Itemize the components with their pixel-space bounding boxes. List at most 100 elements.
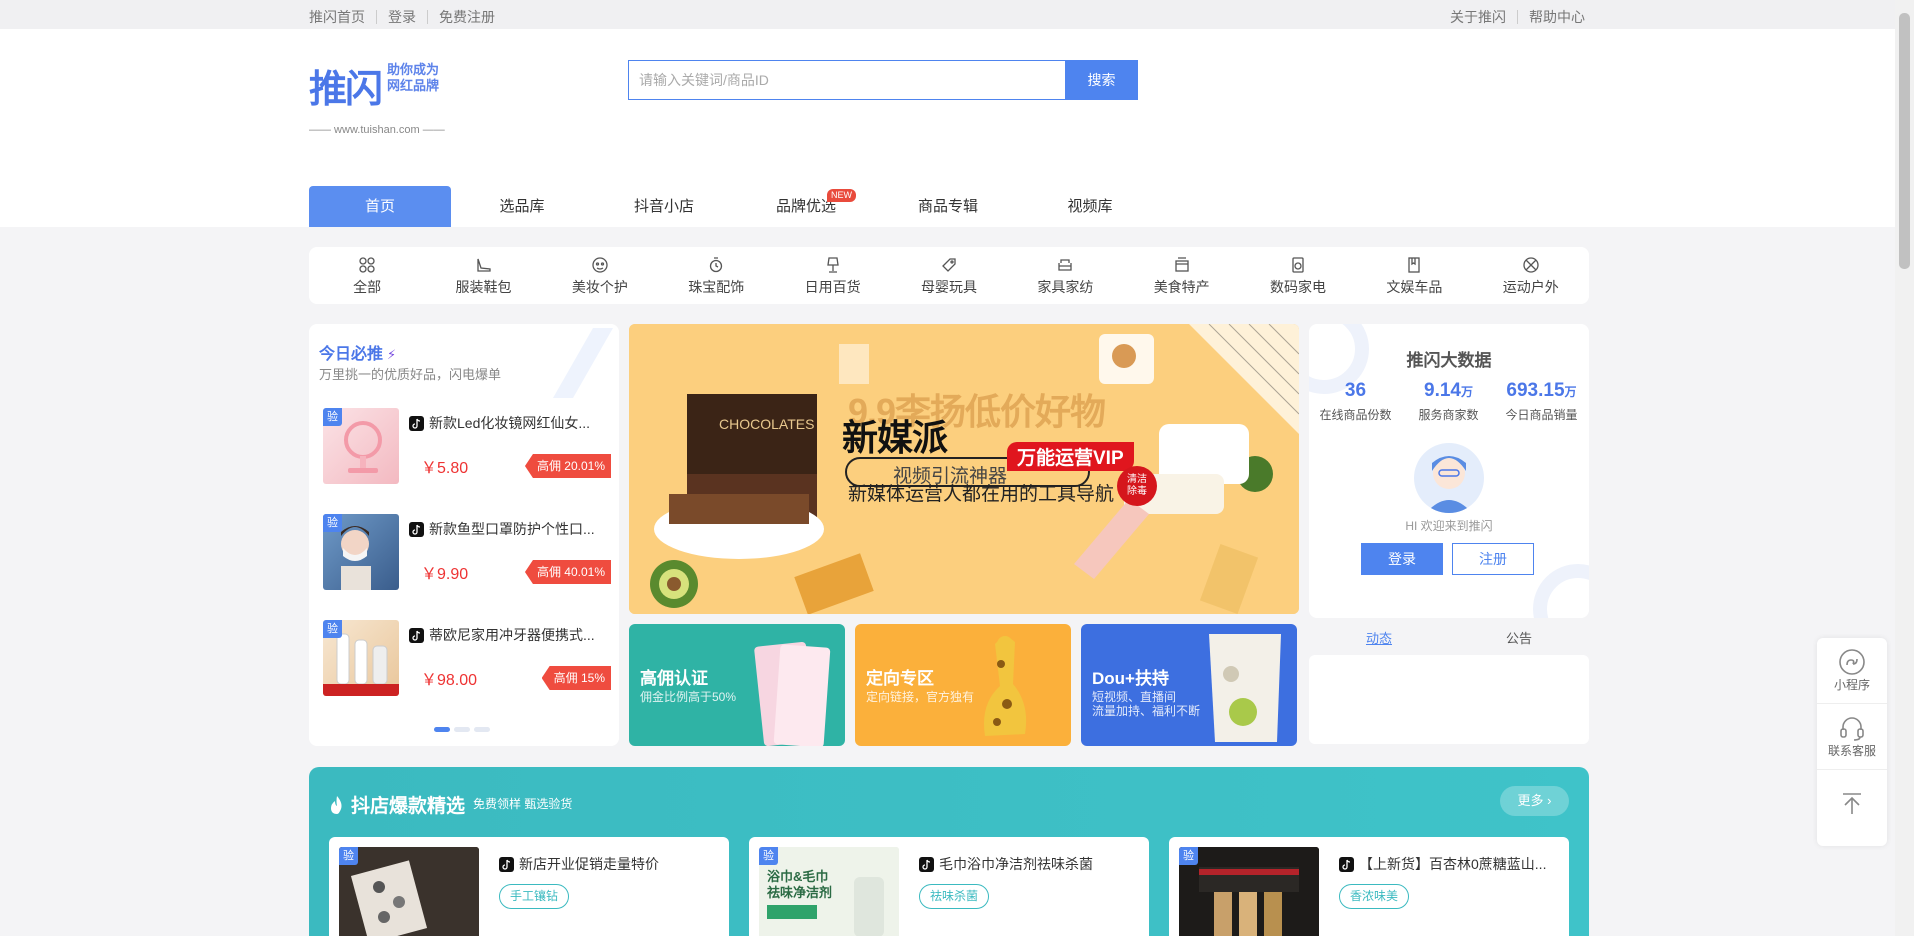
help-link[interactable]: 帮助中心 xyxy=(1529,7,1585,27)
hot-product-card[interactable]: 浴巾&毛巾 祛味净洁剂 验 毛巾浴巾净洁剂祛味杀菌 祛味杀菌 xyxy=(749,837,1149,936)
search-button[interactable]: 搜索 xyxy=(1065,60,1138,100)
verified-badge: 验 xyxy=(323,514,342,532)
category-apparel[interactable]: 服装鞋包 xyxy=(425,247,541,304)
category-entertainment-auto[interactable]: 文娱车品 xyxy=(1356,247,1472,304)
product-tag: 香浓味美 xyxy=(1339,884,1410,909)
site-logo[interactable]: 推闪 助你成为 网红品牌 —— www.tuishan.com —— xyxy=(309,54,449,136)
verified-badge: 验 xyxy=(339,847,358,865)
logo-slogan: 助你成为 网红品牌 xyxy=(387,62,440,93)
about-link[interactable]: 关于推闪 xyxy=(1450,7,1506,27)
product-price: ￥5.80 xyxy=(421,460,469,477)
product-title: 新款Led化妆镜网红仙女... xyxy=(409,413,609,433)
svg-text:CHOCOLATES: CHOCOLATES xyxy=(719,416,814,432)
promo-subtitle: 定向链接，官方独有 xyxy=(866,690,975,704)
stat-online-products: 36 在线商品份数 xyxy=(1319,380,1392,422)
today-product[interactable]: 验 蒂欧尼家用冲牙器便携式... ￥98.00 高佣 15% xyxy=(319,612,611,708)
tab-activity[interactable]: 动态 xyxy=(1309,628,1449,653)
category-daily-goods[interactable]: 日用百货 xyxy=(774,247,890,304)
nav-brand-picks[interactable]: 品牌优选 NEW xyxy=(735,186,877,227)
nav-home[interactable]: 首页 xyxy=(309,186,451,227)
category-all[interactable]: 全部 xyxy=(309,247,425,304)
today-product[interactable]: 验 新款鱼型口罩防护个性口... ￥9.90 高佣 40.01% xyxy=(319,506,611,602)
carousel-dot[interactable] xyxy=(474,727,490,732)
scrollbar-thumb[interactable] xyxy=(1899,13,1910,269)
promo-title: Dou+扶持 xyxy=(1092,669,1169,688)
today-picks-subtitle: 万里挑一的优质好品，闪电爆单 xyxy=(319,367,502,382)
carousel-dot[interactable] xyxy=(434,727,450,732)
new-badge: NEW xyxy=(827,189,856,202)
product-image: 浴巾&毛巾 祛味净洁剂 xyxy=(759,847,899,936)
product-title: 新款鱼型口罩防护个性口... xyxy=(409,519,609,539)
nav-albums[interactable]: 商品专辑 xyxy=(877,186,1019,227)
floating-toolbar: 小程序 联系客服 xyxy=(1817,638,1887,846)
login-link[interactable]: 登录 xyxy=(388,7,416,27)
category-furniture[interactable]: 家具家纺 xyxy=(1007,247,1123,304)
category-food[interactable]: 美食特产 xyxy=(1124,247,1240,304)
arrow-up-icon xyxy=(1843,793,1861,814)
nav-douyin-shop[interactable]: 抖音小店 xyxy=(593,186,735,227)
divider xyxy=(1517,10,1518,24)
logo-url: —— www.tuishan.com —— xyxy=(309,124,445,136)
login-button[interactable]: 登录 xyxy=(1361,543,1443,575)
douyin-icon xyxy=(409,627,424,643)
verified-badge: 验 xyxy=(1179,847,1198,865)
page-scrollbar[interactable] xyxy=(1895,0,1914,936)
category-electronics[interactable]: 数码家电 xyxy=(1240,247,1356,304)
hot-product-card[interactable]: 验 【上新货】百杏林0蔗糖蓝山... 香浓味美 xyxy=(1169,837,1569,936)
product-title: 【上新货】百杏林0蔗糖蓝山... xyxy=(1339,854,1559,874)
category-jewelry[interactable]: 珠宝配饰 xyxy=(658,247,774,304)
hot-picks-title: 抖店爆款精选 xyxy=(329,791,465,818)
tab-announcements[interactable]: 公告 xyxy=(1449,628,1589,653)
banner-subline: 新媒体运营人都在用的工具导航 xyxy=(848,484,1115,505)
stat-today-sales: 693.15万 今日商品销量 xyxy=(1505,380,1578,422)
register-button[interactable]: 注册 xyxy=(1452,543,1534,575)
nav-selection-library[interactable]: 选品库 xyxy=(451,186,593,227)
book-icon xyxy=(1408,256,1421,273)
back-to-top-button[interactable] xyxy=(1817,770,1887,836)
big-data-title: 推闪大数据 xyxy=(1406,351,1492,370)
carousel-dot[interactable] xyxy=(454,727,470,732)
register-link[interactable]: 免费注册 xyxy=(439,7,495,27)
headset-icon xyxy=(1840,717,1864,741)
category-sports[interactable]: 运动户外 xyxy=(1473,247,1589,304)
promo-targeted-zone[interactable]: 定向专区 定向链接，官方独有 xyxy=(855,624,1071,746)
douyin-icon xyxy=(1339,856,1354,872)
category-bar: 全部 服装鞋包 美妆个护 珠宝配饰 日用百货 母婴玩具 家具家纺 美食特产 数码… xyxy=(309,247,1589,304)
promo-dou-plus[interactable]: Dou+扶持 短视频、直播间 流量加持、福利不断 xyxy=(1081,624,1297,746)
product-tag: 祛味杀菌 xyxy=(919,884,990,909)
today-product[interactable]: 验 新款Led化妆镜网红仙女... ￥5.80 高佣 20.01% xyxy=(319,400,611,496)
verified-badge: 验 xyxy=(323,408,342,426)
promo-subtitle: 短视频、直播间 流量加持、福利不断 xyxy=(1092,690,1201,718)
news-panel xyxy=(1309,655,1589,744)
promo-high-commission[interactable]: 高佣认证 佣金比例高于50% xyxy=(629,624,845,746)
lamp-icon xyxy=(826,256,839,273)
category-baby-toys[interactable]: 母婴玩具 xyxy=(891,247,1007,304)
promo-subtitle: 佣金比例高于50% xyxy=(640,690,737,704)
shoe-icon xyxy=(476,258,491,272)
search-bar: 搜索 xyxy=(628,60,1138,100)
hot-product-card[interactable]: 验 新店开业促销走量特价 手工镶钻 xyxy=(329,837,729,936)
stat-merchants: 9.14万 服务商家数 xyxy=(1418,380,1479,422)
carousel-dots xyxy=(434,727,490,732)
top-bar-left: 推闪首页 登录 免费注册 xyxy=(309,7,495,27)
product-image xyxy=(1179,847,1319,936)
customer-service-button[interactable]: 联系客服 xyxy=(1817,704,1887,770)
product-price: ￥98.00 xyxy=(421,672,478,689)
nav-video-library[interactable]: 视频库 xyxy=(1019,186,1161,227)
commission-tag: 高佣 20.01% xyxy=(524,454,611,478)
home-link[interactable]: 推闪首页 xyxy=(309,7,365,27)
search-input[interactable] xyxy=(628,60,1065,100)
category-beauty[interactable]: 美妆个护 xyxy=(542,247,658,304)
douyin-icon xyxy=(409,415,424,431)
grid-icon xyxy=(359,256,375,273)
mini-program-icon xyxy=(1839,649,1865,675)
product-price: ￥9.90 xyxy=(421,566,469,583)
product-tag: 手工镶钻 xyxy=(499,884,570,909)
today-picks-panel: 今日必推 ⚡ 万里挑一的优质好品，闪电爆单 验 新款Led化妆镜网红仙女... ￥… xyxy=(309,324,619,746)
more-button[interactable]: 更多 › xyxy=(1500,786,1569,816)
food-box-icon xyxy=(1175,256,1189,272)
hero-banner[interactable]: CHOCOLATES 9.9李扬低价好物 视频引流神器 新媒派 万能运营VIP … xyxy=(629,324,1299,614)
verified-badge: 验 xyxy=(323,620,342,638)
product-image-caption: 浴巾&毛巾 祛味净洁剂 xyxy=(767,869,833,900)
mini-program-button[interactable]: 小程序 xyxy=(1817,638,1887,704)
